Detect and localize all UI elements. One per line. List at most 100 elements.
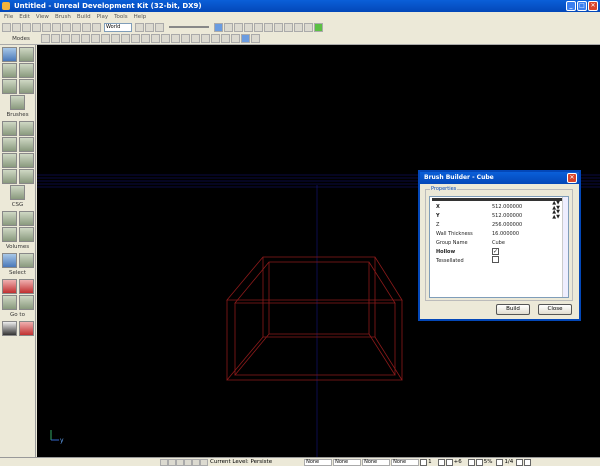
source-control-icon[interactable]: [192, 458, 200, 466]
view-mode-unlit-icon[interactable]: [61, 34, 70, 43]
property-row-z[interactable]: Z 256.000000: [430, 220, 568, 229]
drag-grid-icon[interactable]: [160, 458, 168, 466]
open-icon[interactable]: [12, 22, 21, 32]
curved-stair-brush-icon[interactable]: [18, 137, 34, 152]
angle-snap-checkbox[interactable]: [445, 458, 453, 466]
realtime-icon[interactable]: [135, 22, 144, 32]
hide-selected-icon[interactable]: [18, 279, 34, 294]
property-value[interactable]: 16.000000: [492, 231, 568, 237]
lock-icon[interactable]: [145, 22, 154, 32]
texture-align-icon[interactable]: [18, 63, 34, 78]
view-mode-brush-icon[interactable]: [51, 34, 60, 43]
lock-checkbox[interactable]: [516, 458, 524, 466]
build-geometry-icon[interactable]: [274, 22, 283, 32]
goto-builder-brush-icon[interactable]: [18, 321, 34, 336]
coord-system-select[interactable]: World: [104, 22, 132, 32]
post-process-icon[interactable]: [221, 34, 230, 43]
show-selected-icon[interactable]: [1, 279, 17, 294]
show-flags-icon[interactable]: [141, 34, 150, 43]
content-browser-icon[interactable]: [254, 22, 263, 32]
menu-build[interactable]: Build: [77, 14, 91, 20]
menu-view[interactable]: View: [36, 14, 49, 20]
search-icon[interactable]: [224, 22, 233, 32]
view-front-icon[interactable]: [171, 34, 180, 43]
menu-edit[interactable]: Edit: [19, 14, 30, 20]
view-mode-light-complexity-icon[interactable]: [111, 34, 120, 43]
kismet-icon[interactable]: [234, 22, 243, 32]
mesh-paint-icon[interactable]: [1, 79, 17, 94]
view-mode-detail-icon[interactable]: [131, 34, 140, 43]
scale-grid-icon[interactable]: [176, 458, 184, 466]
add-volume-icon[interactable]: [1, 253, 17, 268]
move-icon[interactable]: [62, 22, 71, 32]
rotate-icon[interactable]: [72, 22, 81, 32]
property-row-hollow[interactable]: Hollow ✓: [430, 247, 568, 256]
realtime-checkbox[interactable]: [524, 458, 532, 466]
play-viewport-icon[interactable]: [241, 34, 250, 43]
view-side-icon[interactable]: [181, 34, 190, 43]
property-value[interactable]: 256.000000: [492, 222, 568, 228]
scale-snap-checkbox[interactable]: [467, 458, 475, 466]
build-lighting-icon[interactable]: [284, 22, 293, 32]
rotation-grid-icon[interactable]: [168, 458, 176, 466]
menu-play[interactable]: Play: [97, 14, 108, 20]
csg-subtract-icon[interactable]: [18, 211, 34, 226]
properties-scrollbar[interactable]: [562, 197, 568, 297]
linear-stair-brush-icon[interactable]: [1, 153, 17, 168]
new-icon[interactable]: [2, 22, 11, 32]
save-icon[interactable]: [22, 22, 31, 32]
dialog-close-icon[interactable]: ✕: [567, 173, 577, 183]
csg-deintersect-icon[interactable]: [18, 227, 34, 242]
foliage-mode-icon[interactable]: [10, 95, 25, 110]
play-in-editor-icon[interactable]: [214, 22, 223, 32]
geometry-mode-icon[interactable]: [18, 47, 34, 62]
property-row-x[interactable]: X 512.000000: [430, 202, 568, 211]
view-mode-lit-icon[interactable]: [71, 34, 80, 43]
view-mode-texture-density-icon[interactable]: [101, 34, 110, 43]
build-all-icon[interactable]: [304, 22, 313, 32]
close-button[interactable]: Close: [538, 304, 572, 315]
game-view-icon[interactable]: [191, 34, 200, 43]
camera-mode-icon[interactable]: [1, 47, 17, 62]
undo-icon[interactable]: [42, 22, 51, 32]
scale-icon[interactable]: [82, 22, 91, 32]
window-close-button[interactable]: ✕: [588, 1, 598, 11]
view-mode-lighting-only-icon[interactable]: [81, 34, 90, 43]
terrain-mode-icon[interactable]: [1, 63, 17, 78]
view-mode-complexity-icon[interactable]: [91, 34, 100, 43]
scale-nonuniform-icon[interactable]: [92, 22, 101, 32]
spiral-stair-brush-icon[interactable]: [1, 169, 17, 184]
property-value[interactable]: Cube: [492, 240, 568, 246]
sheet-brush-icon[interactable]: [18, 153, 34, 168]
menu-help[interactable]: Help: [134, 14, 147, 20]
goto-actor-icon[interactable]: [1, 321, 17, 336]
level-icon[interactable]: [200, 458, 208, 466]
save-all-icon[interactable]: [32, 22, 41, 32]
property-row-tessellated[interactable]: Tessellated: [430, 256, 568, 265]
volumetric-brush-icon[interactable]: [10, 185, 25, 200]
snap-toggle-checkbox[interactable]: [437, 458, 445, 466]
property-row-group-name[interactable]: Group Name Cube: [430, 238, 568, 247]
show-all-icon[interactable]: [18, 295, 34, 310]
property-row-wall-thickness[interactable]: Wall Thickness 16.000000: [430, 229, 568, 238]
selected-actor-icon[interactable]: [231, 34, 240, 43]
menu-tools[interactable]: Tools: [114, 14, 128, 20]
cylinder-brush-icon[interactable]: [1, 137, 17, 152]
view-perspective-icon[interactable]: [151, 34, 160, 43]
redo-icon[interactable]: [52, 22, 61, 32]
tessellated-checkbox[interactable]: [492, 256, 499, 263]
vertex-snap-checkbox[interactable]: [475, 458, 483, 466]
hollow-checkbox[interactable]: ✓: [492, 248, 499, 255]
view-mode-lightmap-density-icon[interactable]: [121, 34, 130, 43]
play-icon[interactable]: [314, 22, 323, 32]
cube-brush-wireframe[interactable]: [226, 256, 403, 381]
cone-brush-icon[interactable]: [18, 121, 34, 136]
menu-brush[interactable]: Brush: [55, 14, 71, 20]
volume-options-icon[interactable]: [18, 253, 34, 268]
view-mode-wireframe-icon[interactable]: [41, 34, 50, 43]
cube-brush-icon[interactable]: [1, 121, 17, 136]
minimize-button[interactable]: _: [566, 1, 576, 11]
tetrahedron-brush-icon[interactable]: [18, 169, 34, 184]
invert-selection-icon[interactable]: [1, 295, 17, 310]
pin-icon[interactable]: [251, 34, 260, 43]
